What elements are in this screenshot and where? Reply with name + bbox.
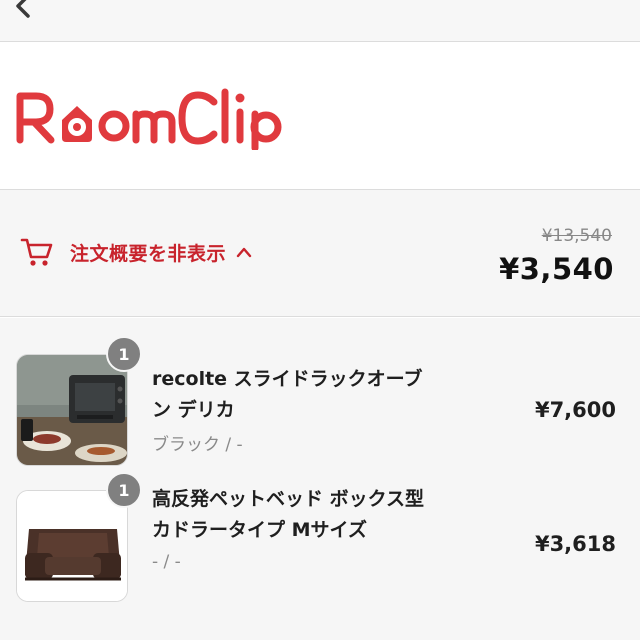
roomclip-logo[interactable] [14, 82, 284, 152]
order-summary-bar: 注文概要を非表示 ¥13,540 ¥3,540 [0, 190, 640, 317]
order-line-items: 1 recolte スライドラックオーブ ン デリカ ブラック / - ¥7,6… [0, 318, 640, 640]
item-name: 高反発ペットベッド ボックス型 カドラータイプ Mサイズ [152, 484, 482, 546]
chevron-up-icon [236, 247, 252, 258]
product-thumbnail [16, 354, 128, 466]
quantity-badge: 1 [106, 472, 142, 508]
chevron-left-icon [16, 0, 30, 18]
top-navigation-bar [0, 0, 640, 42]
roomclip-logo-graphic [16, 88, 282, 152]
line-item: 1 高反発ペットベッド ボックス型 カドラータイプ Mサイズ - / - ¥3,… [0, 472, 640, 608]
product-thumbnail [16, 490, 128, 602]
toaster-oven-image [17, 355, 127, 465]
item-price: ¥3,618 [534, 532, 616, 556]
item-price: ¥7,600 [534, 398, 616, 422]
item-name-line-1: recolte スライドラックオーブ [152, 368, 423, 390]
back-button[interactable] [6, 0, 46, 26]
pet-bed-image [17, 491, 127, 601]
item-variant: - / - [152, 552, 181, 572]
item-name-line-2: ン デリカ [152, 399, 235, 421]
original-total-price: ¥13,540 [541, 226, 612, 246]
item-name: recolte スライドラックオーブ ン デリカ [152, 364, 482, 426]
item-name-line-2: カドラータイプ Mサイズ [152, 519, 367, 541]
line-item: 1 recolte スライドラックオーブ ン デリカ ブラック / - ¥7,6… [0, 336, 640, 472]
hide-order-summary-toggle[interactable]: 注文概要を非表示 [20, 232, 252, 272]
hide-order-summary-label: 注文概要を非表示 [70, 242, 227, 265]
item-variant: ブラック / - [152, 435, 243, 455]
cart-icon [20, 238, 53, 266]
item-name-line-1: 高反発ペットベッド ボックス型 [152, 488, 425, 510]
order-total-price: ¥3,540 [499, 252, 614, 286]
store-header [0, 42, 640, 190]
quantity-badge: 1 [106, 336, 142, 372]
